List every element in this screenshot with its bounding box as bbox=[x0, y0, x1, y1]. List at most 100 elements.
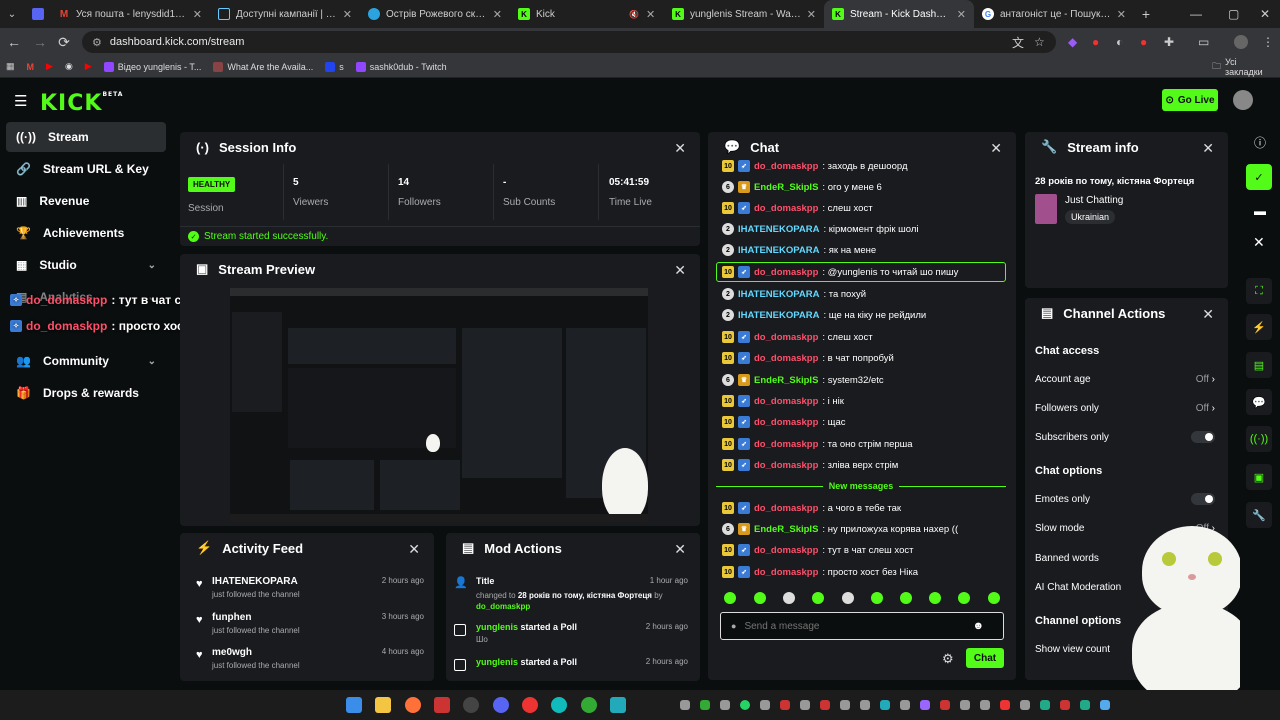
close-icon[interactable]: ✕ bbox=[1202, 140, 1214, 157]
emotes-only-toggle[interactable] bbox=[1191, 493, 1215, 505]
chat-username[interactable]: do_domaskpp bbox=[754, 267, 818, 278]
tray-icon[interactable] bbox=[1100, 700, 1110, 710]
profile-icon[interactable] bbox=[1234, 35, 1248, 49]
audio-app-icon[interactable] bbox=[610, 697, 626, 713]
close-icon[interactable]: ✕ bbox=[1202, 306, 1214, 323]
rail-button[interactable]: ⛶ bbox=[1246, 278, 1272, 304]
chat-username[interactable]: IHATENEKOPARA bbox=[738, 245, 819, 256]
tab-4[interactable]: K Kick bbox=[510, 0, 620, 28]
chat-message[interactable]: 10 ➶ do_domaskpp: в чат попробуй bbox=[722, 349, 894, 367]
emote-icon[interactable] bbox=[871, 592, 883, 604]
chat-message[interactable]: 2 IHATENEKOPARA: та похуй bbox=[722, 285, 866, 303]
chat-username[interactable]: do_domaskpp bbox=[754, 567, 818, 578]
tab-5[interactable]: 🔇 ✕ bbox=[620, 0, 664, 28]
obs-icon[interactable] bbox=[463, 697, 479, 713]
discord-icon[interactable] bbox=[493, 697, 509, 713]
chat-input[interactable] bbox=[744, 620, 965, 632]
sidepanel-icon[interactable]: ▭ bbox=[1198, 35, 1209, 49]
youtube-icon[interactable]: ▶ bbox=[79, 61, 98, 72]
apps-icon[interactable]: ▦ bbox=[0, 61, 21, 72]
close-icon[interactable]: ✕ bbox=[343, 8, 352, 21]
chat-message[interactable]: 10 ➶ do_domaskpp: щас bbox=[722, 413, 846, 431]
tray-icon[interactable] bbox=[860, 700, 870, 710]
tray-icon[interactable] bbox=[700, 700, 710, 710]
tray-icon[interactable] bbox=[940, 700, 950, 710]
tray-icon[interactable] bbox=[1000, 700, 1010, 710]
followers-only-row[interactable]: Followers only Off › bbox=[1035, 401, 1215, 415]
app-icon[interactable] bbox=[434, 697, 450, 713]
address-bar[interactable]: ⚙ dashboard.kick.com/stream bbox=[82, 31, 1056, 53]
mod-icon[interactable]: ▣ bbox=[1246, 464, 1272, 490]
close-icon[interactable]: ✕ bbox=[193, 8, 202, 21]
forward-icon[interactable]: → bbox=[28, 34, 52, 50]
stream-preview-video[interactable] bbox=[230, 288, 648, 522]
chat-username[interactable]: IHATENEKOPARA bbox=[738, 289, 819, 300]
subs-only-toggle[interactable] bbox=[1191, 431, 1215, 443]
avatar[interactable] bbox=[1233, 90, 1253, 110]
close-icon[interactable]: ✕ bbox=[1117, 8, 1126, 21]
chat-username[interactable]: do_domaskpp bbox=[754, 503, 818, 514]
settings-gear-icon[interactable]: ⚙ bbox=[942, 651, 954, 667]
youtube-icon[interactable]: ▶ bbox=[40, 61, 59, 72]
sidebar-item-drops[interactable]: 🎁 Drops & rewards bbox=[6, 378, 166, 408]
chat-username[interactable]: do_domaskpp bbox=[754, 332, 818, 343]
emote-icon[interactable] bbox=[929, 592, 941, 604]
chat-message[interactable]: 2 IHATENEKOPARA: кірмомент фрік шолі bbox=[722, 220, 919, 238]
tray-icon[interactable] bbox=[920, 700, 930, 710]
close-icon[interactable]: ✕ bbox=[957, 8, 966, 21]
tab-search-icon[interactable]: ⌄ bbox=[0, 9, 24, 20]
close-icon[interactable]: ✕ bbox=[408, 541, 420, 558]
chat-username[interactable]: do_domaskpp bbox=[754, 545, 818, 556]
chrome-icon[interactable]: ◉ bbox=[59, 61, 79, 72]
info-icon[interactable]: ⓘ bbox=[1254, 134, 1266, 151]
account-age-row[interactable]: Account age Off › bbox=[1035, 372, 1215, 386]
document-icon[interactable]: ▤ bbox=[1246, 352, 1272, 378]
chat-message[interactable]: 10 ➶ do_domaskpp: @yunglenis то читай шо п… bbox=[722, 263, 958, 281]
chat-username[interactable]: do_domaskpp bbox=[754, 161, 818, 172]
close-icon[interactable]: ✕ bbox=[990, 140, 1002, 157]
feed-name[interactable]: funphen bbox=[212, 612, 251, 623]
wrench-icon[interactable]: 🔧 bbox=[1246, 502, 1272, 528]
close-icon[interactable]: ✕ bbox=[674, 140, 686, 157]
chat-message[interactable]: 10 ➶ do_domaskpp: заходь в дешоорд bbox=[722, 157, 907, 175]
firefox-icon[interactable] bbox=[405, 697, 421, 713]
sidebar-item-achievements[interactable]: 🏆 Achievements bbox=[6, 218, 166, 248]
chat-message[interactable]: 10 ➶ do_domaskpp: слеш хост bbox=[722, 199, 873, 217]
chat-username[interactable]: EndeR_SkipIS bbox=[754, 182, 818, 193]
chat-username[interactable]: do_domaskpp bbox=[754, 203, 818, 214]
bookmark-0[interactable]: Відео yunglenis - T... bbox=[98, 61, 208, 72]
chat-message[interactable]: 10 ➶ do_domaskpp: просто хост без Ніка bbox=[722, 563, 918, 581]
hamburger-icon[interactable]: ☰ bbox=[14, 92, 27, 110]
sidebar-item-community[interactable]: 👥 Community ⌄ bbox=[6, 346, 166, 376]
tab-7[interactable]: K Stream - Kick Dashboard ✕ bbox=[824, 0, 974, 28]
sidebar-item-studio[interactable]: ▦ Studio ⌄ bbox=[6, 250, 166, 280]
chat-message[interactable]: 10 ➶ do_domaskpp: слеш хост bbox=[722, 328, 873, 346]
chat-username[interactable]: do_domaskpp bbox=[754, 460, 818, 471]
bolt-icon[interactable]: ⚡ bbox=[1246, 314, 1272, 340]
close-icon[interactable]: ✕ bbox=[807, 8, 816, 21]
chat-message[interactable]: 10 ➶ do_domaskpp: тут в чат слеш хост bbox=[722, 541, 913, 559]
tray-icon[interactable] bbox=[1060, 700, 1070, 710]
close-icon[interactable]: ✕ bbox=[674, 262, 686, 279]
chat-username[interactable]: EndeR_SkipIS bbox=[754, 524, 818, 535]
extension-icon[interactable]: ● bbox=[1140, 35, 1147, 49]
bookmark-3[interactable]: sashk0dub - Twitch bbox=[350, 61, 453, 72]
extension-icon[interactable]: ● bbox=[1092, 35, 1099, 49]
chat-message[interactable]: 2 IHATENEKOPARA: ще на кіку не рейдили bbox=[722, 306, 926, 324]
chat-send-button[interactable]: Chat bbox=[966, 648, 1004, 668]
whatsapp-icon[interactable] bbox=[740, 700, 750, 710]
tray-icon[interactable] bbox=[780, 700, 790, 710]
tab-3[interactable]: Острів Рожевого складу ✕ bbox=[360, 0, 510, 28]
go-live-button[interactable]: ⊙ Go Live bbox=[1162, 89, 1218, 111]
translate-icon[interactable]: 文 bbox=[1012, 34, 1024, 51]
tab-8[interactable]: Gантагоніст це - Пошук Google ✕ bbox=[974, 0, 1134, 28]
minimize-icon[interactable]: — bbox=[1190, 7, 1202, 21]
tray-icon[interactable] bbox=[900, 700, 910, 710]
maximize-icon[interactable]: ▢ bbox=[1228, 7, 1239, 21]
tab-0[interactable] bbox=[24, 0, 50, 28]
tab-6[interactable]: Kyunglenis Stream - Watch Live ✕ bbox=[664, 0, 824, 28]
close-icon[interactable]: ✕ bbox=[493, 8, 502, 21]
chat-username[interactable]: EndeR_SkipIS bbox=[754, 375, 818, 386]
mod-user[interactable]: do_domaskpp bbox=[476, 602, 530, 611]
bookmark-2[interactable]: s bbox=[319, 61, 350, 72]
